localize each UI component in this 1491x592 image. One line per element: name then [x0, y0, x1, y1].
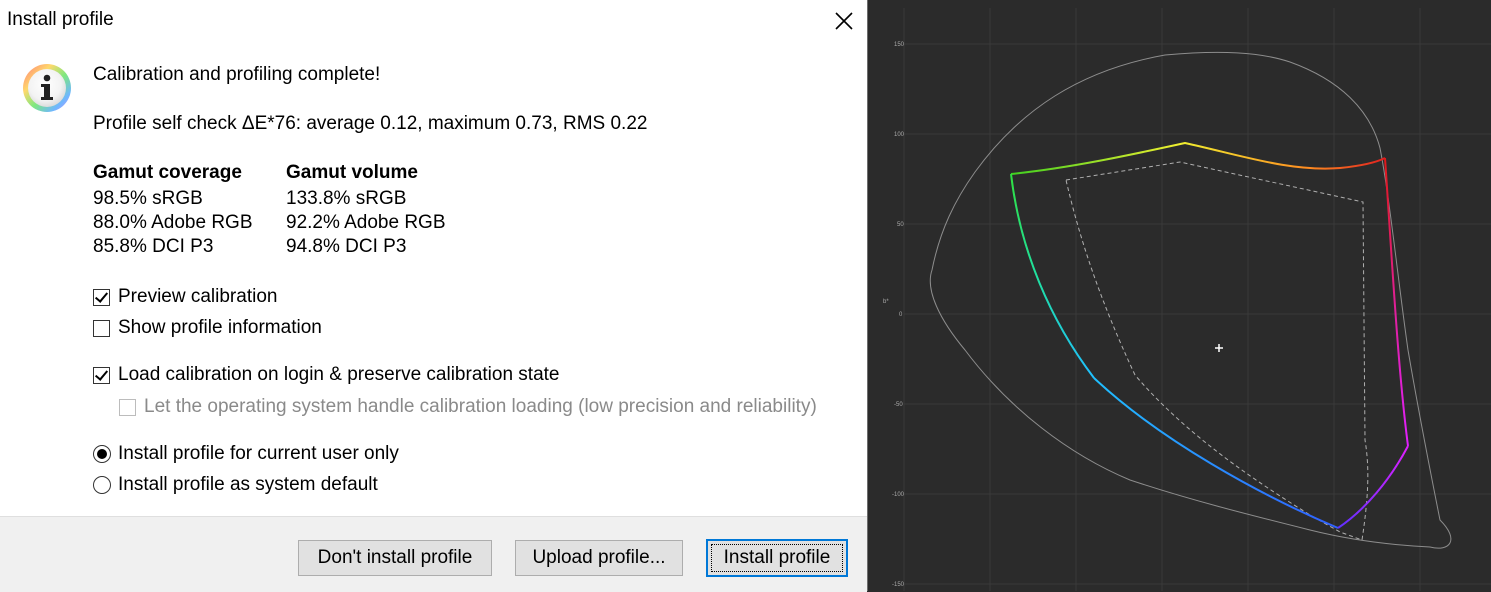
radio-label: Install profile for current user only — [118, 443, 399, 464]
coverage-srgb: 98.5% sRGB — [93, 188, 203, 209]
install-profile-button[interactable]: Install profile — [706, 539, 848, 577]
button-label: Don't install profile — [317, 547, 473, 568]
gamut-coverage-header: Gamut coverage — [93, 162, 242, 183]
volume-srgb: 133.8% sRGB — [286, 188, 407, 209]
radio-button[interactable] — [93, 445, 111, 463]
gamut-volume-header: Gamut volume — [286, 162, 418, 183]
close-button[interactable] — [826, 5, 862, 37]
y-tick-label: 50 — [897, 222, 904, 228]
install-profile-dialog: Install profile Calibration and profilin… — [0, 0, 868, 592]
radio-label: Install profile as system default — [118, 474, 378, 495]
install-current-user-radio[interactable]: Install profile for current user only — [93, 443, 399, 465]
y-tick-label: -50 — [894, 402, 903, 408]
button-bar: Don't install profile Upload profile... … — [0, 516, 867, 592]
button-label: Upload profile... — [532, 547, 666, 568]
y-tick-label: 100 — [894, 132, 905, 138]
y-tick-label: 150 — [894, 42, 905, 48]
info-icon — [23, 64, 71, 112]
dialog-title: Install profile — [7, 9, 114, 30]
close-icon — [835, 12, 853, 30]
volume-adobe-rgb: 92.2% Adobe RGB — [286, 212, 446, 233]
show-profile-information-checkbox[interactable]: Show profile information — [93, 317, 322, 339]
checkbox-box — [119, 398, 136, 416]
checkbox-label: Let the operating system handle calibrat… — [144, 396, 817, 417]
coverage-dci-p3: 85.8% DCI P3 — [93, 236, 214, 257]
title-bar: Install profile — [0, 0, 868, 42]
os-calibration-loading-checkbox: Let the operating system handle calibrat… — [119, 396, 817, 418]
y-tick-label: -100 — [892, 492, 905, 498]
completion-heading: Calibration and profiling complete! — [93, 64, 381, 85]
checkbox-label: Show profile information — [118, 317, 322, 338]
install-system-default-radio[interactable]: Install profile as system default — [93, 474, 378, 496]
focus-rectangle — [711, 544, 843, 572]
checkbox-box[interactable] — [93, 366, 110, 384]
checkbox-box[interactable] — [93, 319, 110, 337]
radio-button[interactable] — [93, 476, 111, 494]
self-check-text: Profile self check ΔE*76: average 0.12, … — [93, 113, 648, 134]
y-axis-label: b* — [883, 299, 889, 305]
checkbox-box[interactable] — [93, 288, 110, 306]
coverage-adobe-rgb: 88.0% Adobe RGB — [93, 212, 253, 233]
preview-calibration-checkbox[interactable]: Preview calibration — [93, 286, 277, 308]
dont-install-profile-button[interactable]: Don't install profile — [298, 540, 492, 576]
checkbox-label: Preview calibration — [118, 286, 278, 307]
y-tick-label: -150 — [892, 582, 905, 588]
load-calibration-on-login-checkbox[interactable]: Load calibration on login & preserve cal… — [93, 364, 560, 386]
checkbox-label: Load calibration on login & preserve cal… — [118, 364, 560, 385]
upload-profile-button[interactable]: Upload profile... — [515, 540, 683, 576]
gamut-plot: 150 100 50 0 -50 -100 -150 b* — [870, 0, 1491, 591]
volume-dci-p3: 94.8% DCI P3 — [286, 236, 407, 257]
plot-background — [870, 0, 1491, 591]
